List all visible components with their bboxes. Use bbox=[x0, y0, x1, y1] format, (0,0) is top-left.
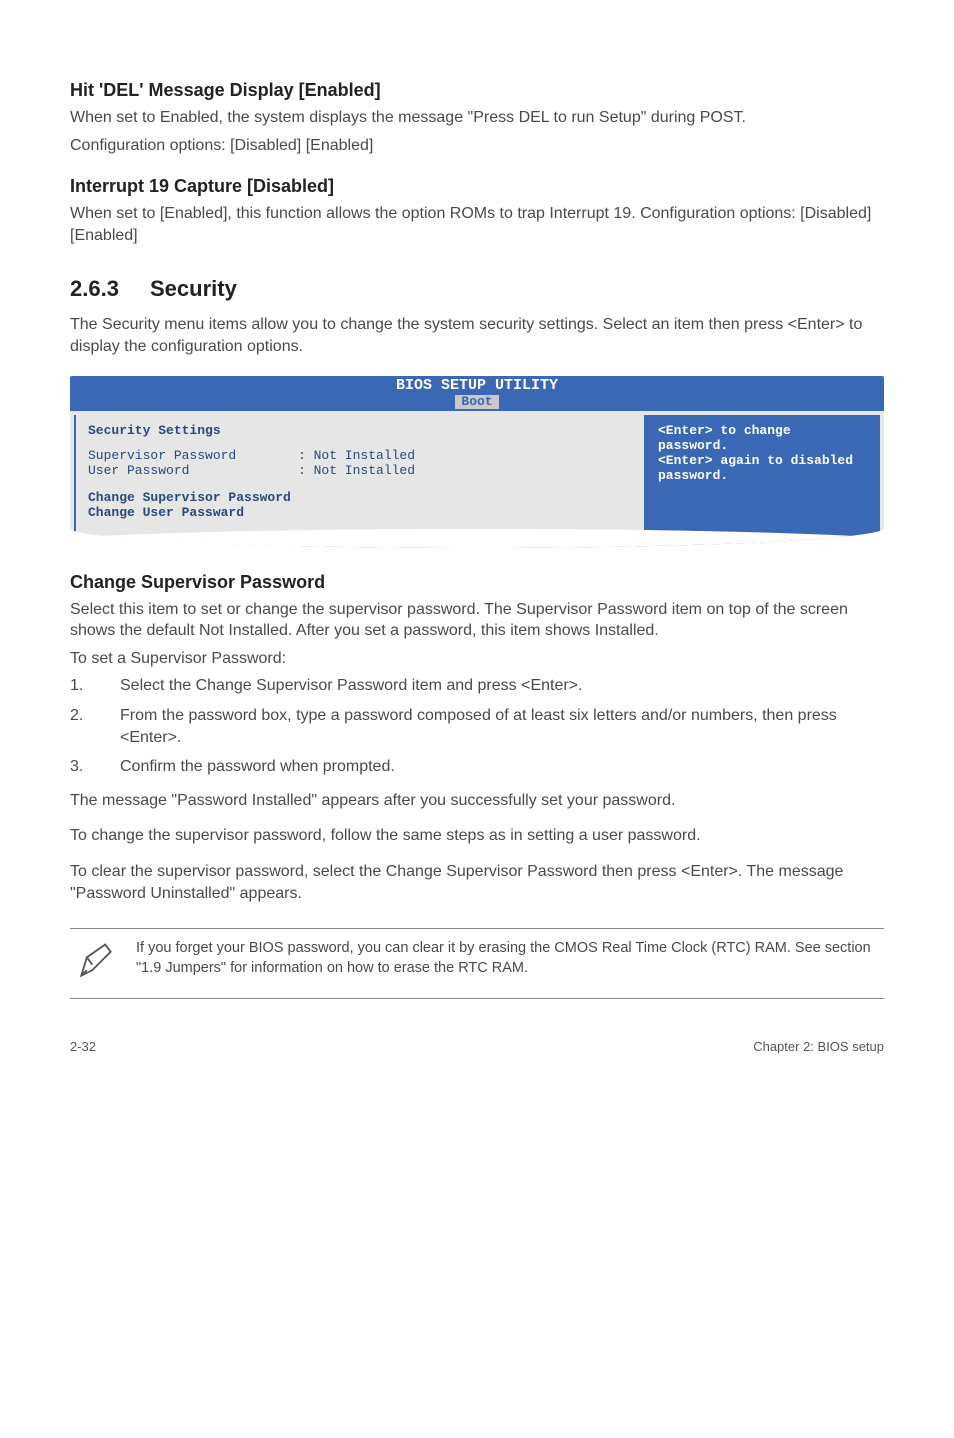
bios-title: BIOS SETUP UTILITY bbox=[70, 378, 884, 395]
heading-change-supervisor-password: Change Supervisor Password bbox=[70, 572, 884, 593]
bios-label: Supervisor Password bbox=[88, 448, 298, 463]
bios-option-change-supervisor: Change Supervisor Password bbox=[88, 490, 632, 505]
paragraph: To change the supervisor password, follo… bbox=[70, 825, 884, 847]
page-number: 2-32 bbox=[70, 1039, 96, 1054]
bios-option-change-user: Change User Passward bbox=[88, 505, 632, 520]
note-pencil-icon bbox=[74, 939, 118, 988]
bios-row-user: User Password : Not Installed bbox=[88, 463, 632, 478]
bios-screenshot: BIOS SETUP UTILITY Boot Security Setting… bbox=[70, 376, 884, 548]
paragraph: Select this item to set or change the su… bbox=[70, 599, 884, 642]
page-footer: 2-32 Chapter 2: BIOS setup bbox=[70, 1039, 884, 1054]
bios-header: BIOS SETUP UTILITY Boot bbox=[70, 376, 884, 411]
paragraph: To clear the supervisor password, select… bbox=[70, 861, 884, 904]
bios-help-text: <Enter> to change password. <Enter> agai… bbox=[658, 423, 868, 483]
paragraph: When set to [Enabled], this function all… bbox=[70, 203, 884, 246]
step-item: From the password box, type a password c… bbox=[70, 705, 884, 748]
bios-value: : Not Installed bbox=[298, 463, 415, 478]
step-item: Confirm the password when prompted. bbox=[70, 756, 884, 778]
bios-pane-title: Security Settings bbox=[88, 423, 632, 438]
note-box: If you forget your BIOS password, you ca… bbox=[70, 928, 884, 999]
paragraph: Configuration options: [Disabled] [Enabl… bbox=[70, 135, 884, 157]
step-item: Select the Change Supervisor Password it… bbox=[70, 675, 884, 697]
bios-row-supervisor: Supervisor Password : Not Installed bbox=[88, 448, 632, 463]
bios-label: User Password bbox=[88, 463, 298, 478]
paragraph: To set a Supervisor Password: bbox=[70, 648, 884, 670]
bios-left-pane: Security Settings Supervisor Password : … bbox=[74, 415, 646, 548]
paragraph: The message "Password Installed" appears… bbox=[70, 790, 884, 812]
steps-list: Select the Change Supervisor Password it… bbox=[70, 675, 884, 777]
chapter-label: Chapter 2: BIOS setup bbox=[753, 1039, 884, 1054]
heading-section-263: 2.6.3Security bbox=[70, 276, 884, 302]
note-text: If you forget your BIOS password, you ca… bbox=[136, 939, 880, 978]
heading-interrupt19: Interrupt 19 Capture [Disabled] bbox=[70, 176, 884, 197]
paragraph: The Security menu items allow you to cha… bbox=[70, 314, 884, 357]
heading-hit-del: Hit 'DEL' Message Display [Enabled] bbox=[70, 80, 884, 101]
section-number: 2.6.3 bbox=[70, 276, 150, 302]
bios-tab-boot: Boot bbox=[455, 395, 498, 409]
paragraph: When set to Enabled, the system displays… bbox=[70, 107, 884, 129]
section-title: Security bbox=[150, 276, 237, 301]
bios-right-pane: <Enter> to change password. <Enter> agai… bbox=[646, 415, 880, 548]
bios-value: : Not Installed bbox=[298, 448, 415, 463]
